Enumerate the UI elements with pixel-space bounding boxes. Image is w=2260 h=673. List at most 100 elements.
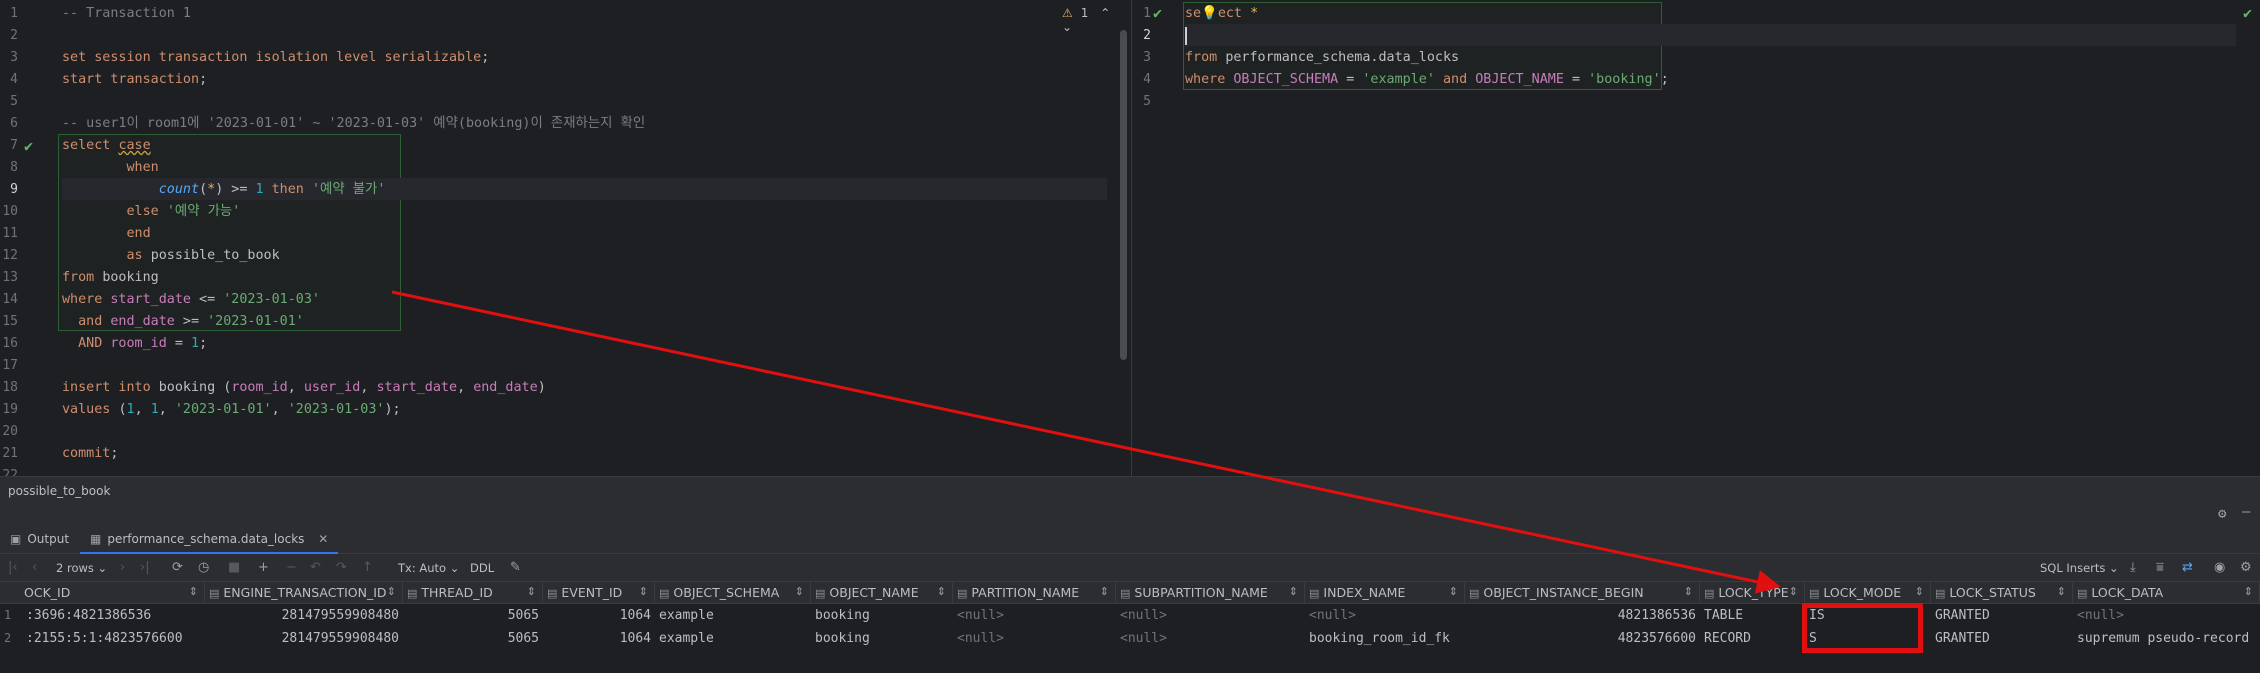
table-cell[interactable]: :2155:5:1:4823576600 (22, 627, 205, 650)
column-header-label: OCK_ID (24, 585, 71, 600)
export-format-dropdown[interactable]: SQL Inserts ⌄ (2040, 561, 2119, 575)
sort-icon[interactable]: ⇕ (1289, 585, 1298, 598)
table-cell[interactable]: 1064 (543, 604, 655, 627)
table-cell[interactable]: GRANTED (1931, 604, 2073, 627)
line-number: 15 (2, 314, 18, 329)
sort-icon[interactable]: ⇕ (1449, 585, 1458, 598)
sort-icon[interactable]: ⇕ (1789, 585, 1798, 598)
rows-count-dropdown[interactable]: 2 rows ⌄ (56, 561, 107, 575)
gear-icon[interactable]: ⚙ (2218, 506, 2226, 522)
code-area-right[interactable]: se💡ect * from performance_schema.data_lo… (1185, 0, 2236, 476)
column-header[interactable]: ▤ INDEX_NAME ⇕ (1305, 582, 1465, 604)
column-header[interactable]: ▤ OBJECT_INSTANCE_BEGIN ⇕ (1465, 582, 1700, 604)
pin-icon[interactable]: ✎ (510, 560, 521, 575)
revert-icon[interactable]: ↶ (310, 560, 321, 575)
column-icon: ▤ (1809, 587, 1820, 600)
column-icon: ▤ (547, 587, 558, 600)
table-cell[interactable]: 4821386536 (1465, 604, 1700, 627)
sort-icon[interactable]: ⇕ (527, 585, 536, 598)
table-cell[interactable]: example (655, 627, 811, 650)
sort-icon[interactable]: ⇕ (1684, 585, 1693, 598)
table-cell[interactable]: <null> (1116, 627, 1305, 650)
table-cell[interactable]: booking (811, 627, 953, 650)
sort-icon[interactable]: ⇕ (1915, 585, 1924, 598)
view-icon[interactable]: ◉ (2214, 560, 2225, 575)
table-cell[interactable]: 5065 (403, 604, 543, 627)
filter-icon[interactable]: ⩸ (2156, 560, 2164, 575)
table-cell[interactable]: <null> (1305, 604, 1465, 627)
refresh-icon[interactable]: ⟳ (172, 560, 183, 575)
table-cell[interactable]: 281479559908480 (205, 627, 403, 650)
column-header[interactable]: ▤ EVENT_ID ⇕ (543, 582, 655, 604)
table-cell[interactable]: example (655, 604, 811, 627)
code-area-left[interactable]: -- Transaction 1 set session transaction… (62, 0, 1107, 476)
submit-icon[interactable]: ↑ (362, 560, 373, 575)
line-number: 17 (2, 358, 18, 373)
tab-label: performance_schema.data_locks (107, 532, 305, 546)
table-cell[interactable]: <null> (1116, 604, 1305, 627)
add-row-icon[interactable]: + (258, 560, 269, 575)
table-cell[interactable]: 4823576600 (1465, 627, 1700, 650)
table-cell[interactable]: :3696:4821386536 (22, 604, 205, 627)
column-header-label: LOCK_DATA (2091, 585, 2164, 600)
sort-icon[interactable]: ⇕ (2057, 585, 2066, 598)
table-cell[interactable]: 1064 (543, 627, 655, 650)
table-cell[interactable]: TABLE (1700, 604, 1805, 627)
column-header[interactable]: ▤ LOCK_DATA ⇕ (2073, 582, 2260, 604)
column-header[interactable]: ▤ SUBPARTITION_NAME ⇕ (1116, 582, 1305, 604)
tab-output[interactable]: ▣ Output (0, 524, 79, 554)
tab-data-locks[interactable]: ▦ performance_schema.data_locks ✕ (80, 524, 339, 554)
table-cell[interactable]: <null> (953, 604, 1116, 627)
minimize-icon[interactable]: — (2242, 504, 2250, 520)
editor-scrollbar[interactable] (1120, 30, 1127, 360)
redo-icon[interactable]: ↷ (336, 560, 347, 575)
table-cell[interactable]: booking_room_id_fk (1305, 627, 1465, 650)
column-icon: ▤ (1309, 587, 1320, 600)
ddl-button[interactable]: DDL (470, 561, 494, 575)
stop-icon[interactable]: ■ (228, 560, 240, 575)
table-cell[interactable]: supremum pseudo-record (2073, 627, 2260, 650)
table-cell[interactable]: RECORD (1700, 627, 1805, 650)
first-page-icon[interactable]: |‹ (8, 560, 18, 575)
column-header[interactable]: OCK_ID ⇕ (0, 582, 205, 604)
sort-icon[interactable]: ⇕ (2244, 585, 2253, 598)
history-icon[interactable]: ◷ (198, 560, 209, 575)
column-header[interactable]: ▤ LOCK_STATUS ⇕ (1931, 582, 2073, 604)
transaction-mode-dropdown[interactable]: Tx: Auto ⌄ (398, 561, 459, 575)
editor-data-locks-query[interactable]: 1 2 3 4 5 ✔ ✔ se💡ect * from performance_sche… (1133, 0, 2260, 476)
column-header-label: LOCK_MODE (1823, 585, 1902, 600)
code-line-16: AND room_id = 1; (78, 336, 208, 351)
next-page-icon[interactable]: › (120, 560, 125, 575)
last-page-icon[interactable]: ›| (140, 560, 150, 575)
table-cell[interactable]: 5065 (403, 627, 543, 650)
table-cell[interactable]: GRANTED (1931, 627, 2073, 650)
sort-icon[interactable]: ⇕ (639, 585, 648, 598)
settings-icon[interactable]: ⚙ (2240, 560, 2252, 575)
intention-bulb-icon[interactable]: 💡 (1201, 6, 1218, 21)
compare-icon[interactable]: ⇄ (2182, 560, 2193, 575)
remove-row-icon[interactable]: − (286, 560, 297, 575)
result-panel-title: possible_to_book (0, 476, 2260, 504)
table-cell[interactable]: <null> (953, 627, 1116, 650)
editor-transaction-1[interactable]: 1 2 3 4 5 6 7 8 9 10 11 12 13 14 15 16 17 18 19 20 21 22 ✔ ⚠ 1… (0, 0, 1132, 476)
table-cell[interactable]: booking (811, 604, 953, 627)
column-header[interactable]: ▤ PARTITION_NAME ⇕ (953, 582, 1116, 604)
export-icon[interactable]: ⤓ (2130, 560, 2136, 575)
column-header[interactable]: ▤ ENGINE_TRANSACTION_ID ⇕ (205, 582, 403, 604)
sort-icon[interactable]: ⇕ (795, 585, 804, 598)
sort-icon[interactable]: ⇕ (1100, 585, 1109, 598)
sort-icon[interactable]: ⇕ (937, 585, 946, 598)
close-icon[interactable]: ✕ (318, 532, 328, 546)
column-header[interactable]: ▤ LOCK_MODE ⇕ (1805, 582, 1931, 604)
prev-page-icon[interactable]: ‹ (32, 560, 37, 575)
line-number: 9 (10, 182, 18, 197)
table-cell[interactable]: 281479559908480 (205, 604, 403, 627)
column-header[interactable]: ▤ OBJECT_SCHEMA ⇕ (655, 582, 811, 604)
column-header[interactable]: ▤ OBJECT_NAME ⇕ (811, 582, 953, 604)
table-cell[interactable]: <null> (2073, 604, 2260, 627)
sort-icon[interactable]: ⇕ (387, 585, 396, 598)
column-icon: ▤ (407, 587, 418, 600)
column-header[interactable]: ▤ THREAD_ID ⇕ (403, 582, 543, 604)
sort-icon[interactable]: ⇕ (189, 585, 198, 598)
column-header[interactable]: ▤ LOCK_TYPE ⇕ (1700, 582, 1805, 604)
